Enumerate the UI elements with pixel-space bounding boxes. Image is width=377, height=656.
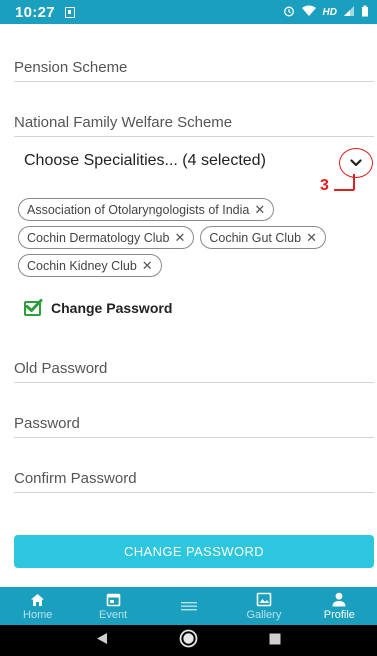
nav-item-home[interactable]: Home — [0, 587, 75, 625]
nav-item-event[interactable]: Event — [75, 587, 150, 625]
old-password-placeholder: Old Password — [14, 360, 108, 377]
specialities-select[interactable]: Choose Specialities... (4 selected) — [24, 152, 266, 170]
password-placeholder: Password — [14, 415, 80, 432]
confirm-password-placeholder: Confirm Password — [14, 470, 137, 487]
nav-label-home: Home — [23, 609, 53, 621]
remove-chip-icon[interactable]: ✕ — [174, 230, 185, 246]
remove-chip-icon[interactable]: ✕ — [254, 202, 265, 218]
pension-scheme-field[interactable]: Pension Scheme — [14, 59, 374, 82]
nav-item-gallery[interactable]: Gallery — [226, 587, 301, 625]
sim-icon — [64, 6, 75, 18]
annotation-line — [334, 189, 354, 191]
chip-label: Cochin Gut Club — [209, 230, 302, 245]
nav-item-profile[interactable]: Profile — [302, 587, 377, 625]
speciality-chip: Cochin Kidney Club ✕ — [18, 254, 162, 277]
change-password-button[interactable]: CHANGE PASSWORD — [14, 535, 374, 568]
status-time: 10:27 — [15, 3, 55, 21]
chip-label: Association of Otolaryngologists of Indi… — [27, 202, 250, 217]
remove-chip-icon[interactable]: ✕ — [306, 230, 317, 246]
nav-label-profile: Profile — [323, 609, 355, 621]
national-family-welfare-label: National Family Welfare Scheme — [14, 114, 233, 131]
bottom-nav: Home Event Gallery Profile — [0, 587, 377, 625]
pension-scheme-label: Pension Scheme — [14, 59, 128, 76]
signal-icon — [343, 5, 355, 20]
change-password-toggle[interactable]: Change Password — [24, 298, 173, 316]
annotation-line-vertical — [353, 174, 355, 190]
nav-item-menu[interactable] — [151, 587, 226, 625]
specialities-dropdown-toggle[interactable] — [339, 148, 373, 178]
recents-icon[interactable] — [269, 632, 281, 650]
system-nav-bar — [0, 625, 377, 656]
menu-icon — [180, 597, 197, 614]
old-password-input[interactable]: Old Password — [14, 360, 374, 383]
chip-label: Cochin Kidney Club — [27, 258, 137, 273]
chip-label: Cochin Dermatology Club — [27, 230, 170, 245]
person-icon — [331, 591, 347, 608]
back-icon[interactable] — [96, 632, 108, 650]
alarm-icon — [283, 5, 295, 20]
wifi-icon — [301, 5, 317, 20]
network-type: HD — [322, 6, 337, 18]
change-password-checkbox[interactable] — [24, 298, 43, 316]
calendar-icon — [106, 591, 121, 608]
battery-icon — [361, 5, 369, 20]
status-bar: 10:27 HD — [0, 0, 377, 24]
home-button-icon[interactable] — [179, 629, 198, 653]
nav-label-event: Event — [99, 609, 128, 621]
checkmark-icon — [25, 298, 43, 312]
selected-specialities: Association of Otolaryngologists of Indi… — [18, 198, 368, 277]
remove-chip-icon[interactable]: ✕ — [142, 258, 153, 274]
status-icons: HD — [283, 5, 369, 20]
speciality-chip: Cochin Dermatology Club ✕ — [18, 226, 195, 249]
national-family-welfare-field[interactable]: National Family Welfare Scheme — [14, 114, 374, 137]
chevron-down-icon — [350, 159, 362, 167]
speciality-chip: Association of Otolaryngologists of Indi… — [18, 198, 275, 221]
confirm-password-input[interactable]: Confirm Password — [14, 470, 374, 493]
speciality-chip: Cochin Gut Club ✕ — [200, 226, 326, 249]
gallery-icon — [256, 591, 272, 608]
change-password-label: Change Password — [51, 300, 173, 316]
annotation-number: 3 — [320, 177, 329, 194]
password-input[interactable]: Password — [14, 415, 374, 438]
home-icon — [30, 591, 45, 608]
nav-label-gallery: Gallery — [246, 609, 282, 621]
